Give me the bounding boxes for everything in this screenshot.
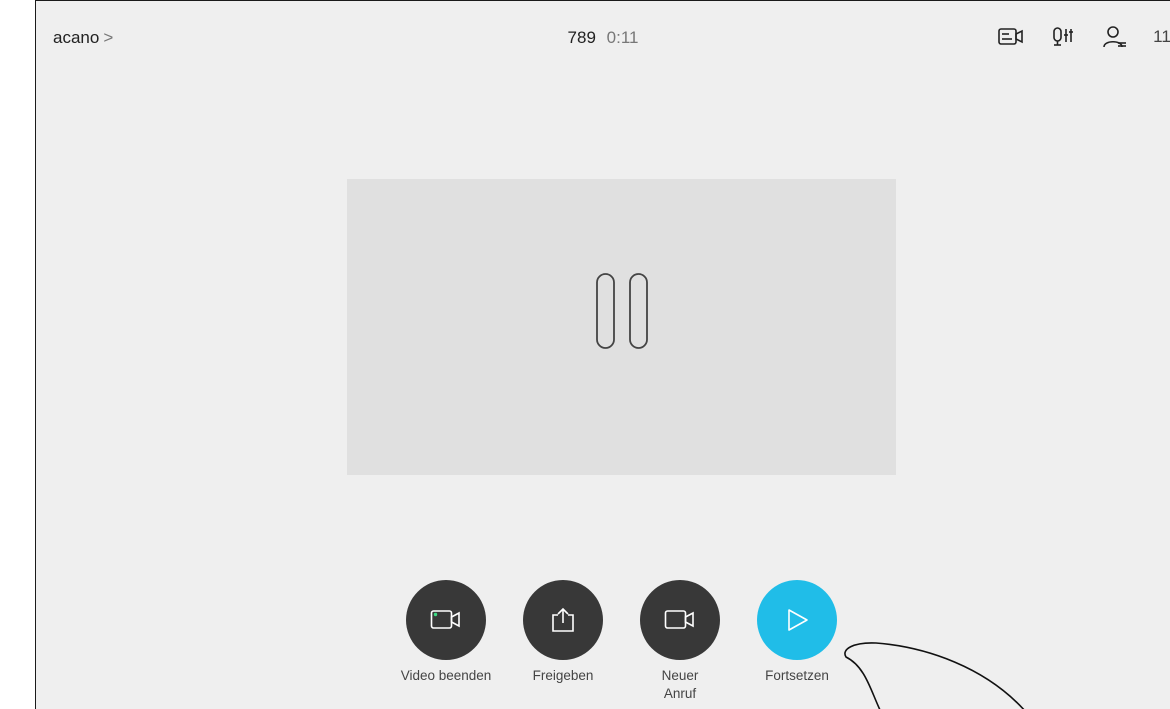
stop-video-button[interactable] — [406, 580, 486, 660]
call-duration: 0:11 — [606, 28, 639, 47]
top-right-controls: 11:2 — [997, 25, 1170, 49]
top-bar: acano > 789 0:11 11 — [36, 1, 1170, 81]
paused-video-area — [347, 179, 896, 475]
new-call-label: Neuer Anruf — [661, 668, 699, 701]
new-call-control[interactable]: Neuer Anruf — [625, 580, 735, 703]
resume-button[interactable] — [757, 580, 837, 660]
call-number: 789 — [567, 28, 596, 47]
camera-icon — [664, 610, 694, 629]
new-call-button[interactable] — [640, 580, 720, 660]
layout-icon[interactable] — [997, 25, 1025, 49]
microphone-settings-icon[interactable] — [1049, 25, 1077, 49]
share-label: Freigeben — [532, 668, 594, 683]
share-button[interactable] — [523, 580, 603, 660]
hand-pointer-icon — [844, 642, 1025, 709]
call-screen: acano > 789 0:11 11 Video beenden Freige… — [35, 0, 1170, 709]
play-icon — [788, 609, 808, 631]
clock: 11:2 — [1153, 27, 1170, 46]
share-control[interactable]: Freigeben — [508, 580, 618, 685]
stop-video-label: Video beenden — [400, 668, 492, 683]
pause-icon — [596, 273, 648, 349]
participants-icon[interactable] — [1101, 25, 1129, 49]
stop-video-control[interactable]: Video beenden — [391, 580, 501, 685]
camera-icon — [430, 610, 460, 629]
share-icon — [552, 607, 574, 632]
